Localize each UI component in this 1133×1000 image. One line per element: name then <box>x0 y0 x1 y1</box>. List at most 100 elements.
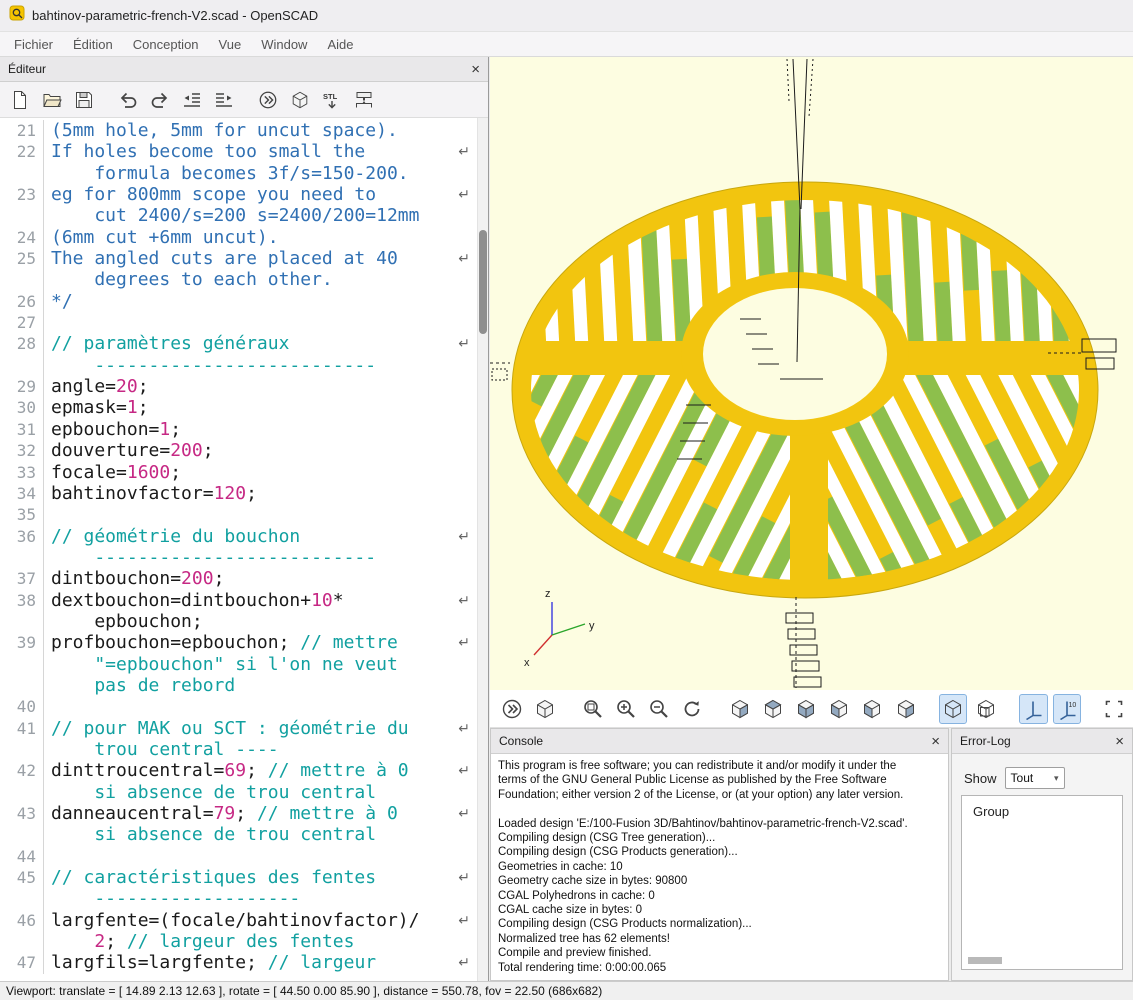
view-bottom-button[interactable] <box>792 694 820 724</box>
code-line[interactable]: 29angle=20; <box>0 376 488 397</box>
perspective-icon <box>942 698 964 720</box>
menu-item-6[interactable]: Aide <box>317 32 363 57</box>
console-output[interactable]: This program is free software; you can r… <box>491 754 948 980</box>
code-line[interactable]: ------------------- <box>0 888 488 909</box>
save-file-button[interactable] <box>70 86 98 114</box>
zoom-in-button[interactable] <box>612 694 640 724</box>
code-line[interactable]: "=epbouchon" si l'on ne veut <box>0 654 488 675</box>
view-left-button[interactable] <box>825 694 853 724</box>
wrap-indicator-icon: ↵ <box>458 719 470 739</box>
code-line[interactable]: 21(5mm hole, 5mm for uncut space). <box>0 120 488 141</box>
editor-scrollbar-thumb[interactable] <box>479 230 487 334</box>
code-line[interactable]: si absence de trou central <box>0 782 488 803</box>
viewport-3d[interactable]: z y x <box>490 57 1133 690</box>
titlebar[interactable]: bahtinov-parametric-french-V2.scad - Ope… <box>0 0 1133 32</box>
code-line[interactable]: cut 2400/s=200 s=2400/200=12mm <box>0 205 488 226</box>
menu-item-3[interactable]: Conception <box>123 32 209 57</box>
perspective-button[interactable] <box>939 694 967 724</box>
wrap-indicator-icon: ↵ <box>458 591 470 611</box>
view-bottom-icon <box>795 698 817 720</box>
code-line[interactable]: -------------------------- <box>0 355 488 376</box>
code-line[interactable]: pas de rebord <box>0 675 488 696</box>
code-editor[interactable]: 21(5mm hole, 5mm for uncut space).22If h… <box>0 118 488 981</box>
code-line[interactable]: 22If holes become too small the↵ <box>0 141 488 162</box>
export-stl-button[interactable]: STL <box>318 86 346 114</box>
show-axes-button[interactable] <box>1019 694 1047 724</box>
code-line[interactable]: trou central ---- <box>0 739 488 760</box>
errorlog-filter-select[interactable]: Tout ▾ <box>1005 767 1065 789</box>
preview-button[interactable] <box>254 86 282 114</box>
line-number: 37 <box>0 568 44 589</box>
editor-panel-header: Éditeur × <box>0 57 488 82</box>
console-close-icon[interactable]: × <box>931 734 940 749</box>
console-panel: Console × This program is free software;… <box>490 728 949 981</box>
viewport-canvas[interactable]: z y x <box>490 57 1133 690</box>
view-top-button[interactable] <box>759 694 787 724</box>
export-stl-icon: STL <box>322 90 342 110</box>
code-line[interactable]: 45// caractéristiques des fentes↵ <box>0 867 488 888</box>
show-scale-markers-button[interactable]: 10 <box>1053 694 1081 724</box>
editor-panel-title: Éditeur <box>8 62 46 76</box>
print-3d-button[interactable] <box>350 86 378 114</box>
menu-item-2[interactable]: Édition <box>63 32 123 57</box>
editor-close-icon[interactable]: × <box>471 62 480 77</box>
orthogonal-button[interactable] <box>972 694 1000 724</box>
code-line[interactable]: 24(6mm cut +6mm uncut). <box>0 227 488 248</box>
menu-item-1[interactable]: Fichier <box>4 32 63 57</box>
menu-item-4[interactable]: Vue <box>209 32 252 57</box>
render-button[interactable] <box>286 86 314 114</box>
code-line[interactable]: 27 <box>0 312 488 333</box>
code-line[interactable]: 39profbouchon=epbouchon; // mettre↵ <box>0 632 488 653</box>
view-back-button[interactable] <box>892 694 920 724</box>
code-line[interactable]: 30epmask=1; <box>0 397 488 418</box>
code-line[interactable]: 43danneaucentral=79; // mettre à 0↵ <box>0 803 488 824</box>
new-file-button[interactable] <box>6 86 34 114</box>
editor-scrollbar[interactable] <box>477 118 488 981</box>
code-line[interactable]: 41// pour MAK ou SCT : géométrie du↵ <box>0 718 488 739</box>
unindent-button[interactable] <box>178 86 206 114</box>
code-line[interactable]: 33focale=1600; <box>0 462 488 483</box>
code-line[interactable]: 47largfils=largfente; // largeur↵ <box>0 952 488 973</box>
code-line[interactable]: degrees to each other. <box>0 269 488 290</box>
code-line[interactable]: 28// paramètres généraux↵ <box>0 333 488 354</box>
line-number: 33 <box>0 462 44 483</box>
redo-button[interactable] <box>146 86 174 114</box>
render-button[interactable] <box>531 694 559 724</box>
code-line[interactable]: 32douverture=200; <box>0 440 488 461</box>
code-line[interactable]: 35 <box>0 504 488 525</box>
view-right-button[interactable] <box>725 694 753 724</box>
code-line[interactable]: si absence de trou central <box>0 824 488 845</box>
zoom-out-button[interactable] <box>645 694 673 724</box>
code-line[interactable]: 23eg for 800mm scope you need to↵ <box>0 184 488 205</box>
code-line[interactable]: 31epbouchon=1; <box>0 419 488 440</box>
view-all-button[interactable] <box>1100 694 1128 724</box>
svg-text:10: 10 <box>1068 702 1076 709</box>
errorlog-scrollbar-thumb[interactable] <box>968 957 1002 964</box>
code-line[interactable]: 25The angled cuts are placed at 40↵ <box>0 248 488 269</box>
code-line[interactable]: 40 <box>0 696 488 717</box>
code-line[interactable]: 44 <box>0 846 488 867</box>
render-icon <box>534 698 556 720</box>
errorlog-close-icon[interactable]: × <box>1115 734 1124 749</box>
code-line[interactable]: 26*/ <box>0 291 488 312</box>
view-front-button[interactable] <box>858 694 886 724</box>
code-line[interactable]: 34bahtinovfactor=120; <box>0 483 488 504</box>
code-line[interactable]: -------------------------- <box>0 547 488 568</box>
indent-button[interactable] <box>210 86 238 114</box>
code-line[interactable]: 38dextbouchon=dintbouchon+10*↵ <box>0 590 488 611</box>
code-line[interactable]: 46largfente=(focale/bahtinovfactor)/↵ <box>0 910 488 931</box>
open-file-button[interactable] <box>38 86 66 114</box>
code-line[interactable]: 2; // largeur des fentes <box>0 931 488 952</box>
code-line[interactable]: 37dintbouchon=200; <box>0 568 488 589</box>
code-line[interactable]: 42dinttroucentral=69; // mettre à 0↵ <box>0 760 488 781</box>
undo-button[interactable] <box>114 86 142 114</box>
zoom-all-button[interactable] <box>578 694 606 724</box>
indent-icon <box>214 90 234 110</box>
code-line[interactable]: epbouchon; <box>0 611 488 632</box>
menu-item-5[interactable]: Window <box>251 32 317 57</box>
code-line[interactable]: 36// géométrie du bouchon↵ <box>0 526 488 547</box>
reset-view-button[interactable] <box>678 694 706 724</box>
code-text: cut 2400/s=200 s=2400/200=12mm <box>44 205 419 226</box>
code-line[interactable]: formula becomes 3f/s=150-200. <box>0 163 488 184</box>
preview-button[interactable] <box>498 694 526 724</box>
